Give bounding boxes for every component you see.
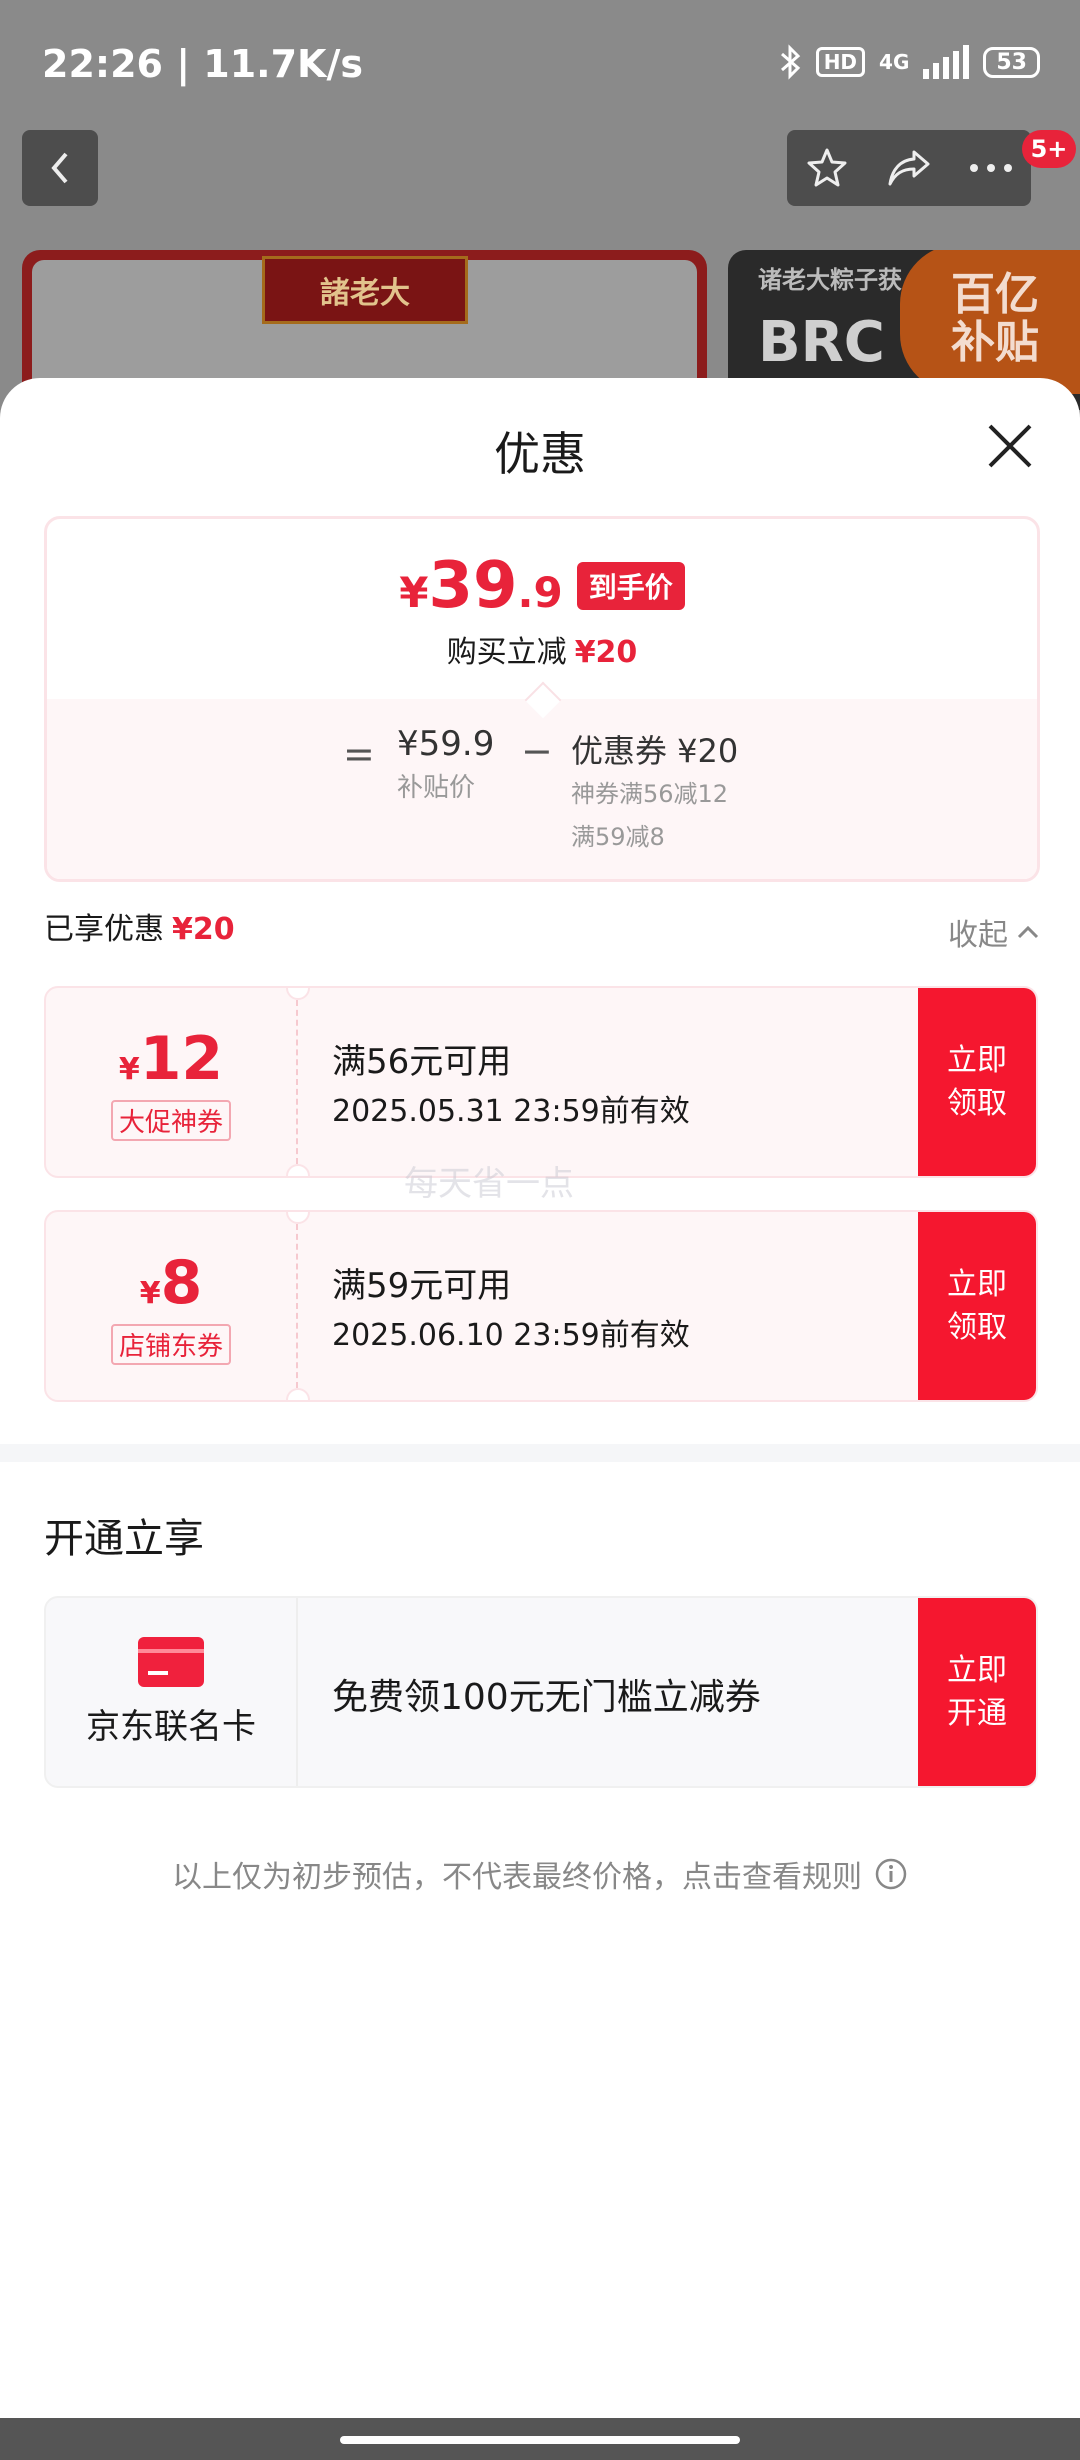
subsidy-badge: 百亿 补贴 xyxy=(900,250,1080,394)
brc-text: BRC xyxy=(758,310,885,375)
watermark: 每天省一点 xyxy=(404,1164,574,1204)
more-icon[interactable] xyxy=(969,163,1013,173)
status-time: 22:26 | 11.7K/s xyxy=(42,42,363,86)
status-bar: 22:26 | 11.7K/s HD 4G 53 xyxy=(0,0,1080,130)
coupon-validity: 2025.05.31 23:59前有效 xyxy=(332,1094,690,1129)
coupon-type: 店铺东券 xyxy=(110,1323,231,1365)
status-icons: HD 4G 53 xyxy=(780,44,1040,80)
coupon-amount: ¥12 xyxy=(118,1023,224,1094)
coupon-condition: 满59元可用 xyxy=(332,1266,512,1306)
final-price: ¥ 39 .9 到手价 xyxy=(47,549,1037,623)
network-label: 4G xyxy=(879,50,910,74)
coupon-condition: 满56元可用 xyxy=(332,1042,512,1082)
info-icon xyxy=(875,1858,907,1890)
card-offer-text: 免费领100元无门槛立减券 xyxy=(332,1677,761,1718)
message-badge: 5+ xyxy=(1022,130,1076,168)
open-card-button[interactable]: 立即 开通 xyxy=(918,1598,1036,1786)
minus-sign: − xyxy=(521,729,553,773)
instant-discount: 购买立减 ¥20 xyxy=(446,635,638,670)
enjoyed-discount: 已享优惠 ¥20 xyxy=(44,912,235,947)
coupon-type: 大促神券 xyxy=(110,1099,231,1141)
card-name: 京东联名卡 xyxy=(86,1706,256,1747)
co-brand-card-offer: 京东联名卡 免费领100元无门槛立减券 立即 开通 xyxy=(44,1596,1038,1788)
coupon-detail: 满59减8 xyxy=(571,823,665,851)
credit-card-icon xyxy=(138,1636,204,1687)
subsidy-price: ¥59.9 xyxy=(397,724,495,764)
chevron-left-icon xyxy=(51,152,68,184)
star-icon[interactable] xyxy=(805,146,849,190)
join-section-title: 开通立享 xyxy=(44,1516,204,1562)
price-disclaimer[interactable]: 以上仅为初步预估，不代表最终价格，点击查看规则 xyxy=(0,1852,1080,1896)
brand-logo: 諸老大 xyxy=(262,256,468,324)
battery-icon: 53 xyxy=(983,46,1040,78)
hd-icon: HD xyxy=(815,47,866,77)
back-button[interactable] xyxy=(22,130,98,206)
sheet-title: 优惠 xyxy=(494,427,586,481)
signal-icon xyxy=(923,45,970,79)
final-price-tag: 到手价 xyxy=(576,562,685,610)
collapse-button[interactable]: 收起 xyxy=(948,910,1040,954)
price-breakdown-card: ¥ 39 .9 到手价 购买立减 ¥20 = ¥59.9 补贴价 − 优惠券 ¥2… xyxy=(44,516,1040,882)
claim-coupon-button[interactable]: 立即 领取 xyxy=(918,988,1036,1176)
discount-sheet: 优惠 ¥ 39 .9 到手价 购买立减 ¥20 = ¥59.9 补贴价 − 优惠券… xyxy=(0,378,1080,2418)
coupon-card: ¥12 大促神券 满56元可用 2025.05.31 23:59前有效 立即 领取 xyxy=(44,986,1038,1178)
coupon-amount: ¥8 xyxy=(139,1247,203,1318)
header-actions xyxy=(787,130,1031,206)
section-divider xyxy=(0,1444,1080,1462)
coupon-card: ¥8 店铺东券 满59元可用 2025.06.10 23:59前有效 立即 领取 xyxy=(44,1210,1038,1402)
coupon-total: 优惠券 ¥20 xyxy=(571,732,739,770)
promo-text: 诸老大粽子获 xyxy=(758,266,902,294)
home-indicator[interactable] xyxy=(340,2436,740,2444)
coupon-detail: 神券满56减12 xyxy=(571,780,729,808)
chevron-up-icon xyxy=(1017,925,1039,939)
coupon-validity: 2025.06.10 23:59前有效 xyxy=(332,1318,690,1353)
claim-coupon-button[interactable]: 立即 领取 xyxy=(918,1212,1036,1400)
share-icon[interactable] xyxy=(886,148,932,188)
equals-sign: = xyxy=(343,732,375,776)
close-icon[interactable] xyxy=(986,422,1034,470)
bluetooth-icon xyxy=(780,44,800,80)
subsidy-price-label: 补贴价 xyxy=(397,773,476,803)
